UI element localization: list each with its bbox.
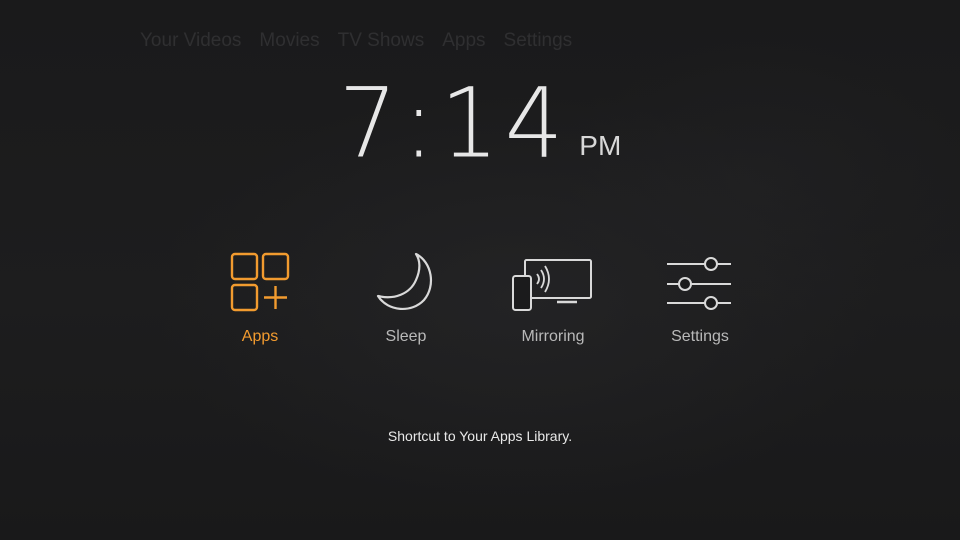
apps-grid-icon	[230, 252, 290, 312]
nav-item-apps[interactable]: Apps	[442, 30, 485, 52]
shortcut-sleep[interactable]: Sleep	[346, 250, 466, 346]
shortcut-mirroring[interactable]: Mirroring	[493, 250, 613, 346]
sliders-icon	[667, 257, 731, 310]
shortcut-settings[interactable]: Settings	[640, 250, 760, 346]
nav-item-movies[interactable]: Movies	[259, 30, 319, 52]
nav-item-settings[interactable]: Settings	[504, 30, 573, 52]
clock-ampm: PM	[579, 130, 622, 161]
mirroring-icon	[512, 259, 592, 311]
shortcut-description: Shortcut to Your Apps Library.	[387, 428, 573, 444]
shortcut-settings-label: Settings	[671, 328, 729, 345]
shortcut-mirroring-label: Mirroring	[521, 328, 585, 345]
nav-item-tv-shows[interactable]: TV Shows	[338, 30, 425, 52]
shortcut-apps[interactable]: Apps	[200, 250, 320, 346]
moon-icon	[376, 252, 433, 310]
nav-item-your-videos[interactable]: Your Videos	[140, 30, 241, 52]
top-nav: Your Videos Movies TV Shows Apps Setting…	[140, 30, 590, 52]
shortcut-apps-label: Apps	[241, 328, 279, 345]
shortcut-row: Apps Sleep Mirroring Settings	[0, 250, 960, 360]
clock: 7:14 PM	[0, 67, 960, 180]
shortcut-sleep-label: Sleep	[385, 328, 427, 345]
clock-time: 7:14	[338, 67, 570, 180]
